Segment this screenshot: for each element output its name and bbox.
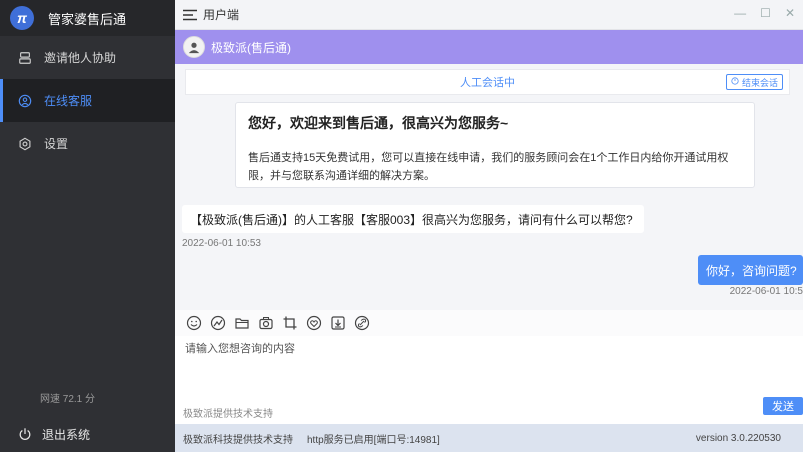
- sidebar-item-invite[interactable]: 邀请他人协助: [0, 36, 175, 79]
- link-icon[interactable]: [353, 314, 371, 332]
- user-message: 你好，咨询问题?: [698, 255, 803, 285]
- close-icon[interactable]: ✕: [785, 6, 795, 20]
- sidebar-item-label: 在线客服: [44, 94, 93, 108]
- main-panel: 用户端 — ☐ ✕ 极致派(售后通) 人工会话中 结束会话 您好，欢迎来到售后通…: [175, 0, 803, 452]
- session-status-text: 人工会话中: [460, 77, 515, 89]
- input-toolbar: [175, 310, 803, 336]
- status-footer: 极致派科技提供技术支持 http服务已启用[端口号:14981] version…: [175, 424, 803, 452]
- menu-icon[interactable]: [183, 9, 197, 21]
- agent-message-time: 2022-06-01 10:53: [182, 238, 261, 249]
- sidebar-item-online-service[interactable]: 在线客服: [0, 79, 175, 122]
- footer-tech: 极致派科技提供技术支持: [183, 434, 293, 446]
- sidebar-item-label: 邀请他人协助: [44, 51, 117, 65]
- window-controls: — ☐ ✕: [734, 6, 795, 20]
- end-session-label: 结束会话: [741, 77, 778, 88]
- invite-icon: [18, 51, 32, 65]
- user-circle-icon: [18, 94, 32, 108]
- sidebar-item-settings[interactable]: 设置: [0, 122, 175, 165]
- powered-by: 极致派提供技术支持: [183, 409, 273, 420]
- user-message-time: 2022-06-01 10:5: [729, 286, 803, 297]
- chat-messages[interactable]: 人工会话中 结束会话 您好，欢迎来到售后通，很高兴为您服务~ 售后通支持15天免…: [175, 64, 803, 310]
- gear-icon: [18, 137, 32, 151]
- footer-http-status: http服务已启用[端口号:14981]: [307, 434, 440, 446]
- camera-icon[interactable]: [257, 314, 275, 332]
- send-button[interactable]: 发送: [763, 397, 803, 415]
- welcome-card: 您好，欢迎来到售后通，很高兴为您服务~ 售后通支持15天免费试用，您可以直接在线…: [235, 102, 755, 188]
- brand: π 管家婆售后通: [0, 0, 175, 36]
- end-session-button[interactable]: 结束会话: [725, 74, 783, 90]
- welcome-body: 售后通支持15天免费试用，您可以直接在线申请，我们的服务顾问会在1个工作日内给你…: [248, 152, 729, 182]
- emoji-icon[interactable]: [185, 314, 203, 332]
- avatar: [183, 36, 205, 58]
- top-title: 用户端: [203, 8, 240, 22]
- logout-label: 退出系统: [42, 427, 91, 442]
- chat-header: 极致派(售后通): [175, 30, 803, 64]
- network-speed: 网速 72.1 分: [40, 394, 96, 405]
- agent-message: 【极致派(售后通)】的人工客服【客服003】很高兴为您服务，请问有什么可以帮您?: [182, 205, 644, 233]
- top-bar: 用户端 — ☐ ✕: [175, 0, 803, 30]
- session-status: 人工会话中 结束会话: [185, 69, 790, 95]
- maximize-icon[interactable]: ☐: [760, 6, 771, 20]
- clock-icon: [731, 77, 739, 87]
- contact-name: 极致派(售后通): [211, 40, 291, 55]
- download-icon[interactable]: [329, 314, 347, 332]
- heart-icon[interactable]: [305, 314, 323, 332]
- app-title: 管家婆售后通: [48, 11, 127, 27]
- crop-icon[interactable]: [281, 314, 299, 332]
- welcome-title: 您好，欢迎来到售后通，很高兴为您服务~: [248, 115, 509, 131]
- power-icon: [18, 427, 32, 441]
- logout-button[interactable]: 退出系统: [0, 420, 175, 448]
- image-icon[interactable]: [209, 314, 227, 332]
- sidebar-item-label: 设置: [44, 137, 69, 151]
- message-input-area: [175, 336, 803, 396]
- sidebar: π 管家婆售后通 邀请他人协助 在线客服 设置 网速 72.1 分 退出系统: [0, 0, 175, 452]
- message-input[interactable]: [185, 340, 793, 392]
- footer-version: version 3.0.220530: [695, 432, 781, 444]
- folder-icon[interactable]: [233, 314, 251, 332]
- app-logo-icon: π: [10, 6, 34, 30]
- minimize-icon[interactable]: —: [734, 6, 746, 20]
